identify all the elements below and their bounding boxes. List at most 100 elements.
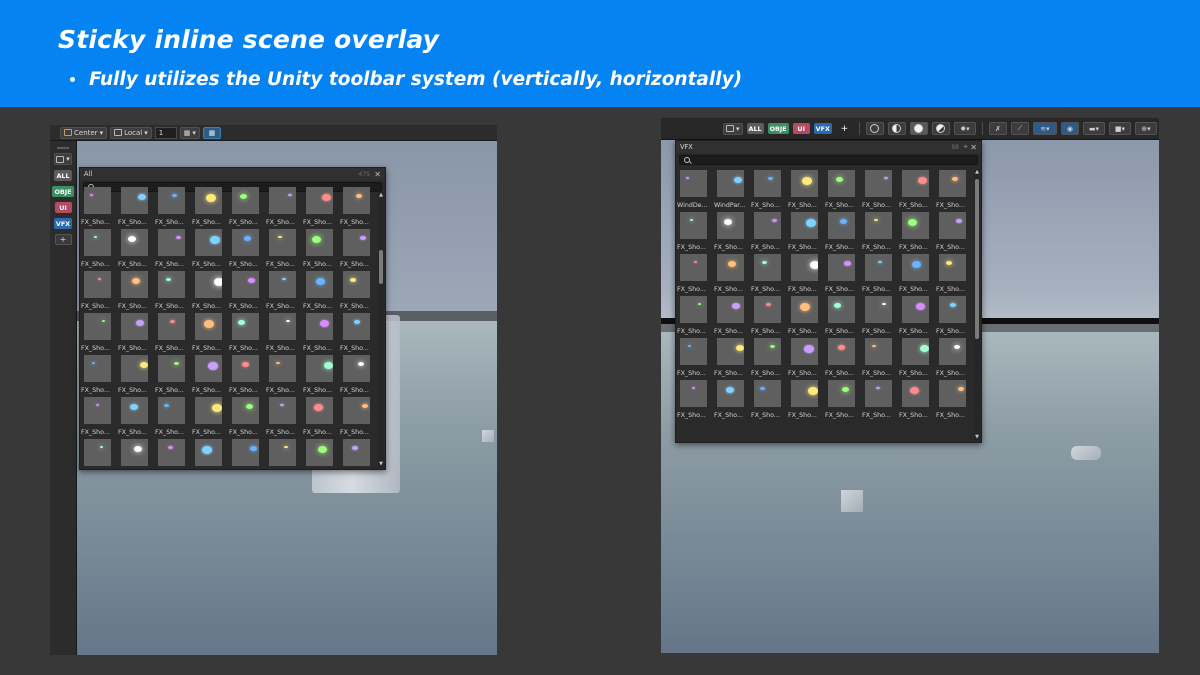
- asset-tile[interactable]: FX_Sho...: [935, 252, 972, 294]
- asset-tile[interactable]: FX_Sho...: [117, 437, 154, 468]
- asset-tile[interactable]: FX_Sho...: [713, 294, 750, 336]
- add-tag-button[interactable]: +: [836, 123, 853, 134]
- asset-tile[interactable]: FX_Sho...: [191, 227, 228, 269]
- asset-tile[interactable]: FX_Sho...: [80, 227, 117, 269]
- asset-tile[interactable]: FX_Sho...: [898, 210, 935, 252]
- asset-tile[interactable]: FX_Sho...: [935, 336, 972, 378]
- asset-tile[interactable]: FX_Sho...: [302, 185, 339, 227]
- asset-tile[interactable]: FX_Sho...: [861, 336, 898, 378]
- asset-tile[interactable]: FX_Sho...: [228, 269, 265, 311]
- asset-tile[interactable]: FX_Sho...: [824, 336, 861, 378]
- asset-tile[interactable]: FX_Sho...: [191, 185, 228, 227]
- asset-tile[interactable]: FX_Sho...: [265, 185, 302, 227]
- lighting-toggle-button[interactable]: ✗: [988, 122, 1007, 135]
- grid-size-field[interactable]: 1: [154, 126, 177, 139]
- asset-tile[interactable]: FX_Sho...: [117, 353, 154, 395]
- scroll-thumb[interactable]: [379, 250, 383, 284]
- asset-tile[interactable]: FX_Sho...: [787, 168, 824, 210]
- asset-tile[interactable]: FX_Sho...: [898, 378, 935, 420]
- asset-tile[interactable]: FX_Sho...: [339, 311, 376, 353]
- toolbar-grip[interactable]: [57, 147, 69, 149]
- asset-tile[interactable]: FX_Sho...: [339, 227, 376, 269]
- asset-tile[interactable]: FX_Sho...: [787, 378, 824, 420]
- scroll-down-icon[interactable]: ▼: [974, 434, 980, 440]
- asset-tile[interactable]: FX_Sho...: [154, 269, 191, 311]
- asset-tile[interactable]: FX_Sho...: [339, 269, 376, 311]
- asset-tile[interactable]: FX_Sho...: [824, 378, 861, 420]
- asset-tile[interactable]: FX_Sho...: [154, 185, 191, 227]
- asset-tile[interactable]: FX_Sho...: [676, 336, 713, 378]
- asset-tile[interactable]: FX_Sho...: [117, 269, 154, 311]
- asset-tile[interactable]: FX_Sho...: [713, 378, 750, 420]
- asset-tile[interactable]: FX_Sho...: [676, 294, 713, 336]
- asset-tile[interactable]: FX_Sho...: [191, 395, 228, 437]
- asset-tile[interactable]: FX_Sho...: [80, 269, 117, 311]
- asset-tile[interactable]: FX_Sho...: [898, 252, 935, 294]
- asset-tile[interactable]: WindPar...: [713, 168, 750, 210]
- asset-tile[interactable]: FX_Sho...: [861, 168, 898, 210]
- asset-tile[interactable]: FX_Sho...: [154, 311, 191, 353]
- asset-tile[interactable]: FX_Sho...: [228, 437, 265, 468]
- panel-scrollbar[interactable]: ▲ ▼: [974, 169, 980, 440]
- asset-overlay-toggle[interactable]: ▾: [723, 122, 743, 135]
- asset-tile[interactable]: FX_Sho...: [787, 252, 824, 294]
- asset-tile[interactable]: FX_Sho...: [787, 210, 824, 252]
- asset-tile[interactable]: FX_Sho...: [750, 252, 787, 294]
- wireframe-shading-button[interactable]: [865, 122, 884, 135]
- asset-tile[interactable]: FX_Sho...: [265, 437, 302, 468]
- asset-tile[interactable]: FX_Sho...: [824, 210, 861, 252]
- asset-tile[interactable]: FX_Sho...: [750, 294, 787, 336]
- scroll-thumb[interactable]: [975, 179, 979, 339]
- tag-vfx-button[interactable]: VFX: [813, 123, 832, 134]
- tag-all-button[interactable]: ALL: [54, 170, 72, 181]
- effects-toggle-button[interactable]: ≋▾: [1032, 122, 1057, 135]
- pin-icon[interactable]: ⌖: [963, 142, 968, 152]
- asset-tile[interactable]: FX_Sho...: [339, 437, 376, 468]
- tag-objects-button[interactable]: OBJE: [52, 186, 74, 197]
- asset-tile[interactable]: FX_Sho...: [824, 168, 861, 210]
- hidden-objects-button[interactable]: ▬▾: [1082, 122, 1105, 135]
- gizmos-button[interactable]: ⊕▾: [1134, 122, 1157, 135]
- scroll-up-icon[interactable]: ▲: [378, 192, 384, 198]
- asset-tile[interactable]: FX_Sho...: [676, 378, 713, 420]
- asset-tile[interactable]: FX_Sho...: [302, 437, 339, 468]
- camera-settings-button[interactable]: ■▾: [1108, 122, 1131, 135]
- asset-tile[interactable]: FX_Sho...: [935, 168, 972, 210]
- asset-tile[interactable]: FX_Sho...: [339, 185, 376, 227]
- asset-tile[interactable]: FX_Sho...: [80, 311, 117, 353]
- asset-tile[interactable]: FX_Sho...: [228, 353, 265, 395]
- scroll-down-icon[interactable]: ▼: [378, 461, 384, 467]
- asset-tile[interactable]: FX_Sho...: [713, 210, 750, 252]
- asset-tile[interactable]: FX_Sho...: [861, 294, 898, 336]
- asset-tile[interactable]: FX_Sho...: [265, 269, 302, 311]
- asset-tile[interactable]: FX_Sho...: [861, 252, 898, 294]
- asset-tile[interactable]: FX_Sho...: [861, 210, 898, 252]
- asset-tile[interactable]: FX_Sho...: [80, 185, 117, 227]
- shaded-wireframe-button[interactable]: [887, 122, 906, 135]
- asset-tile[interactable]: FX_Sho...: [191, 311, 228, 353]
- panel-scrollbar[interactable]: ▲ ▼: [378, 192, 384, 467]
- visibility-toggle-button[interactable]: ◉: [1060, 122, 1079, 135]
- asset-tile[interactable]: FX_Sho...: [302, 395, 339, 437]
- unlit-button[interactable]: [931, 122, 950, 135]
- asset-tile[interactable]: FX_Sho...: [302, 311, 339, 353]
- asset-tile[interactable]: FX_Sho...: [750, 168, 787, 210]
- close-icon[interactable]: ✕: [970, 143, 977, 152]
- space-toggle-button[interactable]: Local ▾: [110, 126, 152, 139]
- close-icon[interactable]: ✕: [374, 170, 381, 179]
- asset-tile[interactable]: FX_Sho...: [302, 227, 339, 269]
- asset-tile[interactable]: FX_Sho...: [713, 252, 750, 294]
- asset-tile[interactable]: FX_Sho...: [228, 395, 265, 437]
- audio-toggle-button[interactable]: ⟋: [1010, 122, 1029, 135]
- asset-tile[interactable]: FX_Sho...: [676, 252, 713, 294]
- tag-ui-button[interactable]: UI: [54, 202, 72, 213]
- asset-tile[interactable]: FX_Sho...: [750, 210, 787, 252]
- asset-tile[interactable]: FX_Sho...: [713, 336, 750, 378]
- asset-tile[interactable]: FX_Sho...: [750, 336, 787, 378]
- asset-tile[interactable]: FX_Sho...: [117, 185, 154, 227]
- asset-tile[interactable]: FX_Sho...: [302, 353, 339, 395]
- asset-tile[interactable]: FX_Sho...: [228, 311, 265, 353]
- pivot-toggle-button[interactable]: Center ▾: [60, 126, 108, 139]
- scroll-up-icon[interactable]: ▲: [974, 169, 980, 175]
- asset-tile[interactable]: FX_Sho...: [80, 437, 117, 468]
